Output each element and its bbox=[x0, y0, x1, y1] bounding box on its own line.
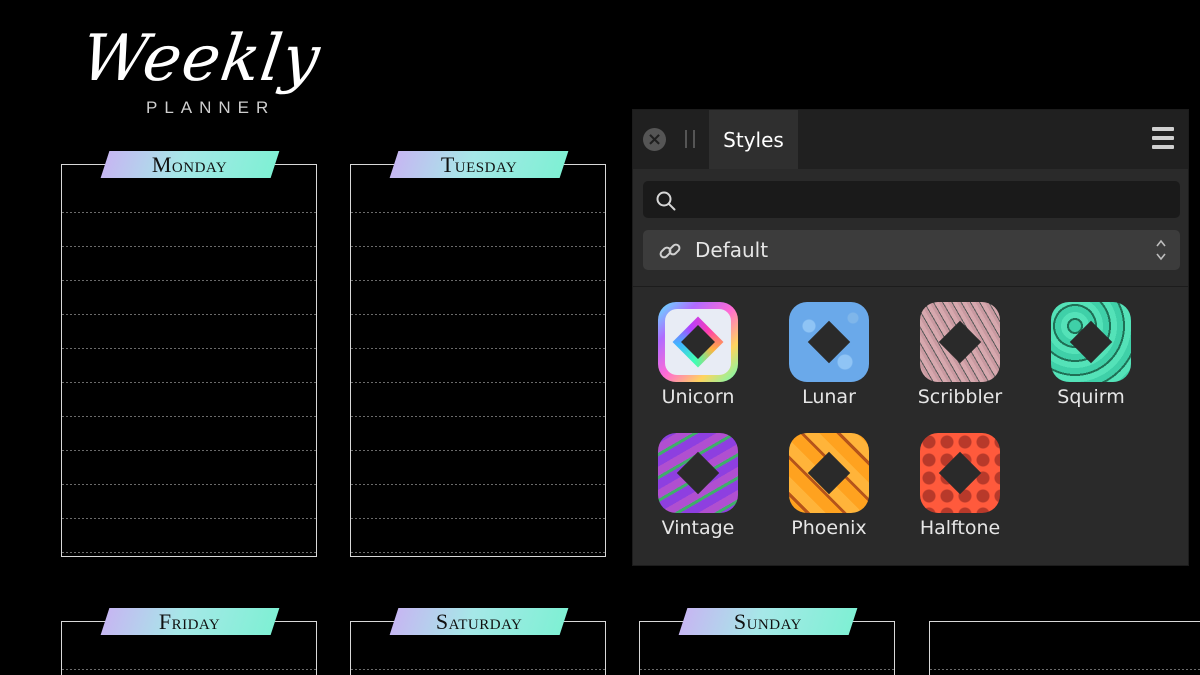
day-label-friday: Friday bbox=[159, 608, 221, 634]
style-unicorn[interactable]: Unicorn bbox=[640, 302, 750, 422]
category-label: Default bbox=[695, 238, 769, 262]
planner-subtitle: PLANNER bbox=[146, 98, 276, 117]
notes-box bbox=[929, 621, 1200, 675]
lunar-style-icon bbox=[789, 302, 869, 382]
style-scribbler[interactable]: Scribbler bbox=[902, 302, 1012, 422]
ruled-lines bbox=[62, 179, 316, 556]
style-label: Unicorn bbox=[661, 386, 735, 408]
style-label: Halftone bbox=[919, 517, 1001, 539]
search-field[interactable] bbox=[643, 181, 1180, 218]
vintage-style-icon bbox=[658, 433, 738, 513]
day-tab-friday: Friday bbox=[100, 608, 280, 635]
style-halftone[interactable]: Halftone bbox=[902, 433, 1012, 553]
day-box-tuesday bbox=[350, 164, 606, 557]
style-vintage[interactable]: Vintage bbox=[640, 433, 750, 553]
styles-panel: × Styles Default Unicorn Lunar Scribbler… bbox=[632, 109, 1189, 566]
style-label: Squirm bbox=[1057, 386, 1125, 408]
day-label-tuesday: Tuesday bbox=[440, 151, 518, 177]
ruled-lines bbox=[640, 636, 894, 675]
day-label-saturday: Saturday bbox=[435, 608, 523, 634]
style-squirm[interactable]: Squirm bbox=[1033, 302, 1143, 422]
search-icon bbox=[656, 191, 676, 211]
day-tab-sunday: Sunday bbox=[678, 608, 858, 635]
style-label: Phoenix bbox=[791, 517, 867, 539]
scribbler-style-icon bbox=[920, 302, 1000, 382]
style-lunar[interactable]: Lunar bbox=[771, 302, 881, 422]
ruled-lines bbox=[351, 636, 605, 675]
squirm-style-icon bbox=[1051, 302, 1131, 382]
style-label: Lunar bbox=[802, 386, 856, 408]
search-input[interactable] bbox=[687, 181, 1172, 218]
style-phoenix[interactable]: Phoenix bbox=[771, 433, 881, 553]
category-dropdown[interactable]: Default bbox=[643, 230, 1180, 270]
planner-title: Weekly bbox=[76, 22, 325, 96]
hamburger-menu-icon[interactable] bbox=[1152, 127, 1174, 149]
divider bbox=[633, 286, 1188, 287]
chevron-updown-icon bbox=[1156, 239, 1166, 261]
ruled-lines bbox=[351, 179, 605, 556]
unicorn-style-icon bbox=[658, 302, 738, 382]
day-tab-saturday: Saturday bbox=[389, 608, 569, 635]
tab-styles[interactable]: Styles bbox=[709, 110, 798, 169]
panel-header: × Styles bbox=[633, 110, 1188, 169]
ruled-lines bbox=[930, 636, 1200, 675]
close-icon[interactable]: × bbox=[643, 128, 666, 151]
link-icon bbox=[659, 243, 681, 259]
style-label: Scribbler bbox=[917, 386, 1003, 408]
style-label: Vintage bbox=[661, 517, 735, 539]
day-box-monday bbox=[61, 164, 317, 557]
day-tab-tuesday: Tuesday bbox=[389, 151, 569, 178]
day-tab-monday: Monday bbox=[100, 151, 280, 178]
ruled-lines bbox=[62, 636, 316, 675]
drag-handle-icon[interactable] bbox=[685, 130, 695, 148]
phoenix-style-icon bbox=[789, 433, 869, 513]
day-label-sunday: Sunday bbox=[733, 608, 803, 634]
halftone-style-icon bbox=[920, 433, 1000, 513]
day-label-monday: Monday bbox=[152, 151, 228, 177]
